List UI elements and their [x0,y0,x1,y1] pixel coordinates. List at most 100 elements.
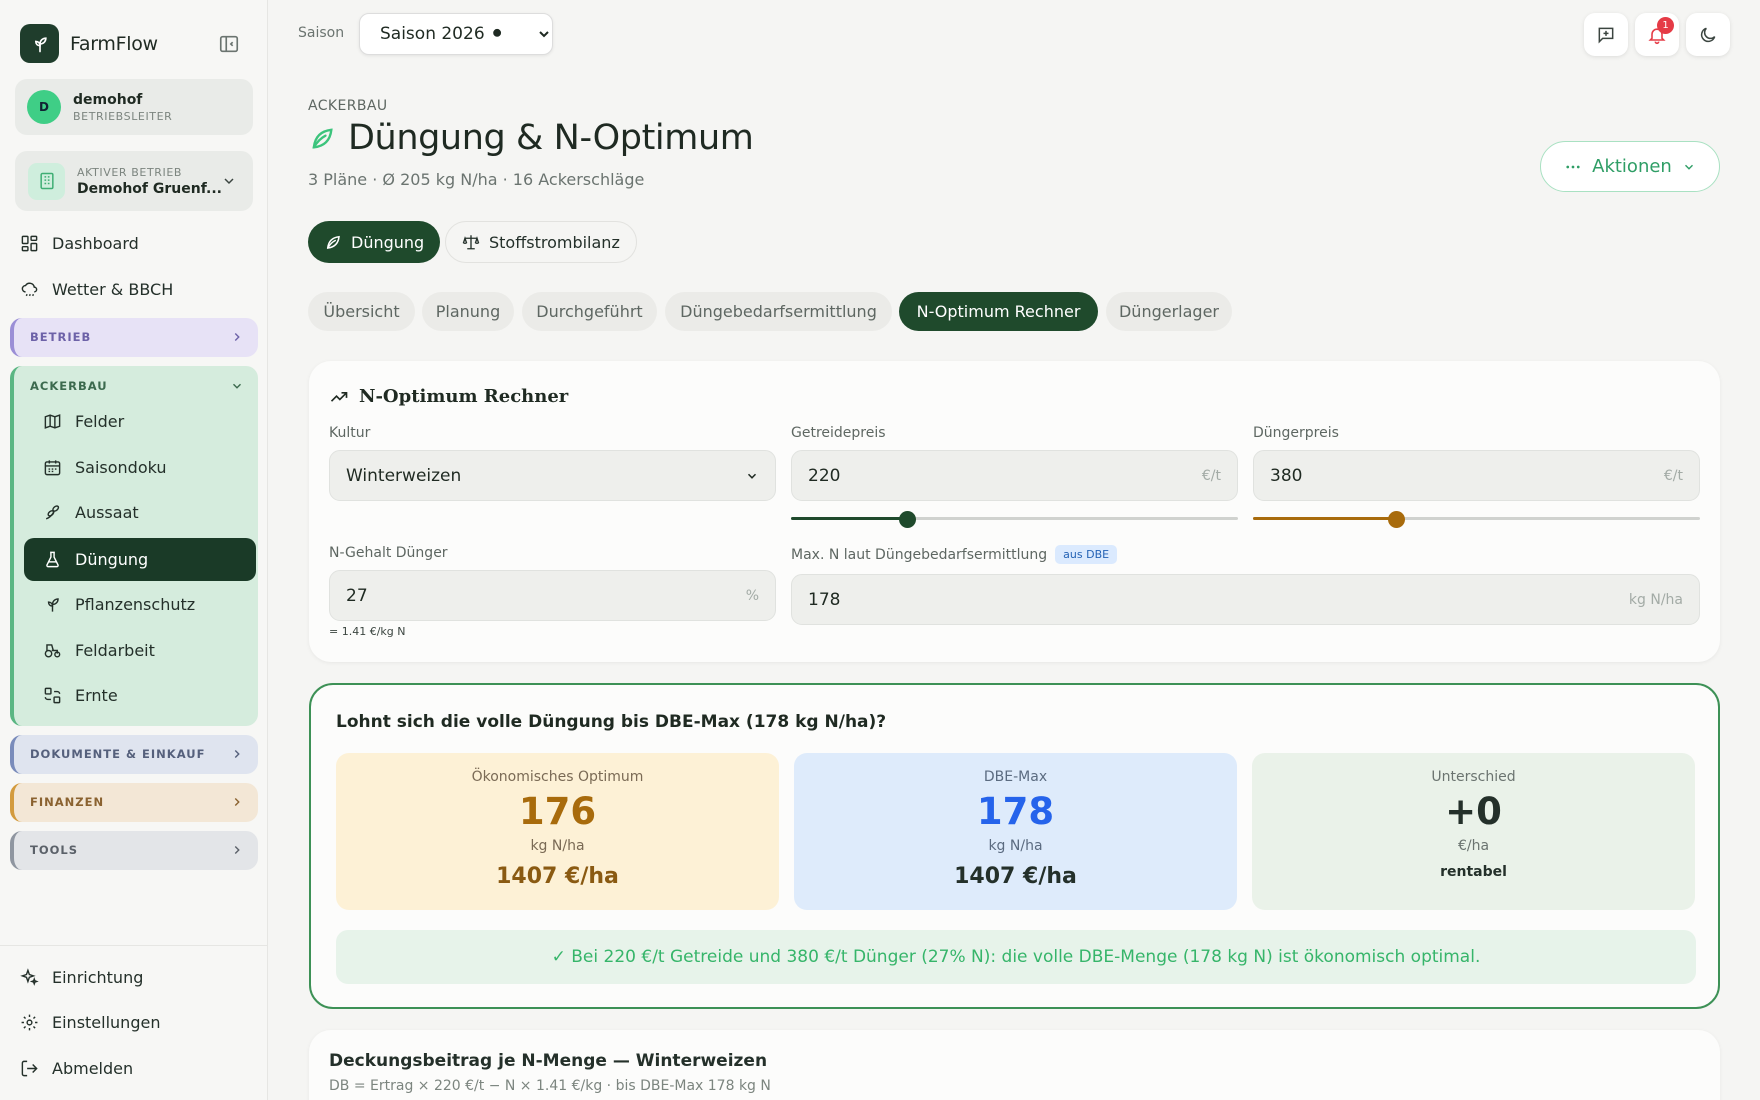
tab-uebersicht[interactable]: Übersicht [308,292,415,331]
message-plus-icon [1596,25,1616,45]
slider-thumb[interactable] [1388,511,1406,528]
dbe-source-badge: aus DBE [1055,545,1118,564]
breadcrumb: ACKERBAU [308,98,388,114]
kultur-select[interactable]: Winterweizen [329,450,776,501]
app-name: FarmFlow [70,32,158,55]
tab-durchgefuehrt[interactable]: Durchgeführt [522,292,657,331]
stat-note: rentabel [1440,864,1507,880]
stat-label: DBE-Max [983,769,1048,785]
cloud-rain-icon [20,280,39,299]
main-content: Saison Saison 2026 ⚫ 1 ACKERBAU Düngung … [268,0,1760,1100]
nav-setup-label: Einrichtung [52,967,144,987]
n-content-input[interactable]: 27 % [329,570,776,621]
max-n-input[interactable]: 178 kg N/ha [791,574,1700,625]
grain-price-slider[interactable] [791,511,1238,528]
slider-fill [791,517,908,520]
calculator-title: N-Optimum Rechner [329,386,568,407]
tab-label: Übersicht [323,302,400,321]
result-card: Lohnt sich die volle Düngung bis DBE-Max… [309,683,1720,1009]
nav-dashboard[interactable]: Dashboard [20,228,139,258]
nav-abmelden[interactable]: Abmelden [20,1053,133,1083]
stat-value: +0 [1445,790,1502,833]
tab-duengebedarfsermittlung[interactable]: Düngebedarfsermittlung [665,292,892,331]
nav-weather[interactable]: Wetter & BBCH [20,274,173,304]
calculator-title-text: N-Optimum Rechner [359,386,569,407]
farm-label: AKTIVER BETRIEB [77,165,183,179]
map-icon [43,412,62,431]
chevron-right-icon [230,747,244,761]
sidebar: FarmFlow D demohof BETRIEBSLEITER AKTIVE… [0,0,268,1100]
group-betrieb[interactable]: BETRIEB [10,318,258,357]
tab-label: Düngebedarfsermittlung [680,302,877,321]
page-header: Düngung & N-Optimum [308,118,754,158]
stat-label: Unterschied [1431,769,1516,785]
seed-icon [43,503,62,522]
segment-duengung[interactable]: Düngung [308,221,441,263]
group-dokumente-label: DOKUMENTE & EINKAUF [30,747,206,761]
fertilizer-price-slider[interactable] [1253,511,1700,528]
fertilizer-price-label: Düngerpreis [1253,425,1339,441]
tab-label: Durchgeführt [536,302,643,321]
logout-icon [20,1059,39,1078]
building-icon [28,162,65,200]
n-optimum-calculator-card: N-Optimum Rechner Kultur Winterweizen Ge… [309,361,1720,662]
grain-price-input[interactable]: 220 €/t [791,450,1238,501]
feedback-button[interactable] [1584,13,1628,56]
sidebar-item-duengung[interactable]: Düngung [24,538,256,581]
fertilizer-price-unit: €/t [1663,467,1683,484]
fertilizer-price-value: 380 [1270,465,1303,486]
sidebar-item-felder[interactable]: Felder [24,400,256,443]
stat-difference: Unterschied +0 €/ha rentabel [1252,753,1695,910]
group-tools-label: TOOLS [30,843,79,857]
notification-badge: 1 [1657,17,1674,34]
sidebar-item-aussaat[interactable]: Aussaat [24,491,256,534]
sidebar-toggle-icon[interactable] [218,33,240,55]
segment-label: Düngung [351,232,425,252]
sidebar-item-label: Pflanzenschutz [75,595,196,614]
tab-planung[interactable]: Planung [422,292,514,331]
tab-duengerlager[interactable]: Düngerlager [1106,292,1232,331]
sidebar-item-label: Saisondoku [75,458,167,477]
kultur-value: Winterweizen [346,465,462,486]
group-dokumente[interactable]: DOKUMENTE & EINKAUF [10,735,258,774]
nav-logout-label: Abmelden [52,1058,134,1078]
db-card-subtitle: DB = Ertrag × 220 €/t − N × 1.41 €/kg · … [329,1078,771,1094]
farm-name: Demohof Gruenf... [77,180,222,197]
tractor-icon [43,641,62,660]
nav-einrichtung[interactable]: Einrichtung [20,962,143,992]
tab-label: Planung [435,302,501,321]
stat-economic-optimum: Ökonomisches Optimum 176 kg N/ha 1407 €/… [336,753,779,910]
season-label: Saison [298,25,345,41]
user-card[interactable]: D demohof BETRIEBSLEITER [15,79,253,135]
gear-icon [20,1013,39,1032]
theme-toggle-button[interactable] [1686,13,1730,56]
tab-label: N-Optimum Rechner [916,302,1081,321]
flask-icon [43,550,62,569]
tab-n-optimum-rechner[interactable]: N-Optimum Rechner [899,292,1098,331]
chevron-down-icon [1682,160,1696,174]
nav-einstellungen[interactable]: Einstellungen [20,1007,160,1037]
sidebar-item-saisondoku[interactable]: Saisondoku [24,446,256,489]
actions-button[interactable]: Aktionen [1540,141,1720,192]
brand[interactable]: FarmFlow [20,24,158,63]
notifications-button[interactable]: 1 [1635,13,1679,56]
group-ackerbau-label: ACKERBAU [30,379,108,393]
n-content-value: 27 [346,585,368,606]
result-question: Lohnt sich die volle Düngung bis DBE-Max… [336,712,887,732]
max-n-value: 178 [808,589,841,610]
more-horizontal-icon [1564,158,1582,176]
leaf-icon [324,233,342,251]
grain-price-value: 220 [808,465,841,486]
farm-switcher[interactable]: AKTIVER BETRIEB Demohof Gruenf... [15,151,253,211]
stat-label: Ökonomisches Optimum [471,769,644,785]
sidebar-item-pflanzenschutz[interactable]: Pflanzenschutz [24,583,256,626]
page-subtitle: 3 Pläne · Ø 205 kg N/ha · 16 Ackerschläg… [308,170,645,189]
group-tools[interactable]: TOOLS [10,831,258,870]
season-select[interactable]: Saison 2026 ⚫ [359,13,553,55]
segment-stoffstrombilanz[interactable]: Stoffstrombilanz [445,221,637,263]
sidebar-item-ernte[interactable]: Ernte [24,674,256,717]
fertilizer-price-input[interactable]: 380 €/t [1253,450,1700,501]
group-finanzen[interactable]: FINANZEN [10,783,258,822]
slider-thumb[interactable] [899,511,917,528]
sidebar-item-feldarbeit[interactable]: Feldarbeit [24,629,256,672]
